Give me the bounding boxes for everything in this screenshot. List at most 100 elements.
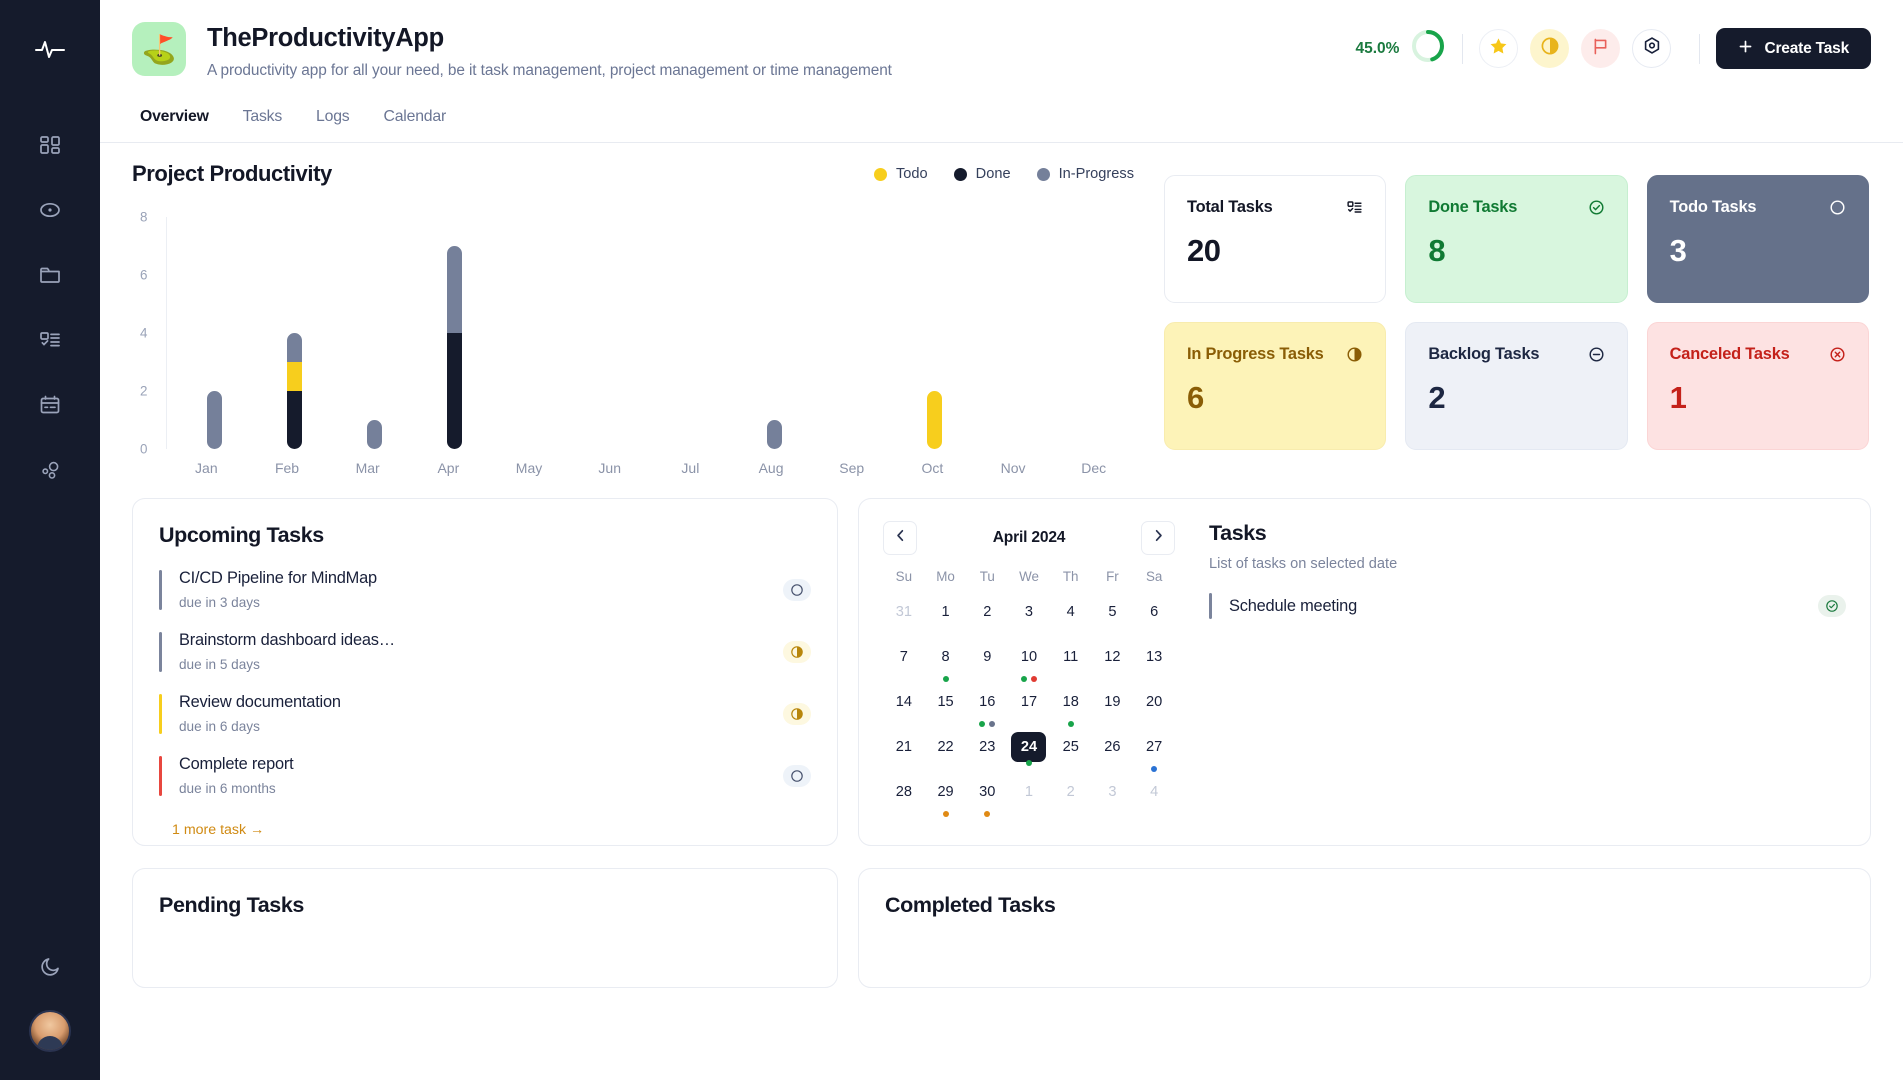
calendar-day-cell[interactable]: 2	[966, 594, 1008, 639]
stat-card-todo-tasks[interactable]: Todo Tasks3	[1647, 175, 1869, 303]
bar-stack	[287, 333, 302, 449]
settings-button[interactable]	[1632, 29, 1671, 68]
calendar-day-cell[interactable]: 12	[1092, 639, 1134, 684]
favorite-button[interactable]	[1479, 29, 1518, 68]
status-badge[interactable]	[783, 579, 811, 601]
stat-card-in-progress-tasks[interactable]: In Progress Tasks6	[1164, 322, 1386, 450]
task-text: Review documentationdue in 6 days	[179, 693, 341, 734]
calendar-day-cell[interactable]: 10	[1008, 639, 1050, 684]
task-row[interactable]: Review documentationdue in 6 days	[159, 693, 811, 734]
tab-logs[interactable]: Logs	[302, 102, 363, 142]
chart-bar-may[interactable]	[494, 217, 574, 449]
flag-button[interactable]	[1581, 29, 1620, 68]
calendar-day-cell[interactable]: 11	[1050, 639, 1092, 684]
minus-circle-icon	[1588, 346, 1605, 363]
more-tasks-link[interactable]: 1 more task →	[172, 822, 811, 838]
calendar-day-cell[interactable]: 30	[966, 774, 1008, 819]
chart-y-axis	[166, 217, 167, 449]
task-row[interactable]: Complete reportdue in 6 months	[159, 755, 811, 796]
calendar-day-cell[interactable]: 27	[1133, 729, 1175, 774]
status-badge[interactable]	[1818, 595, 1846, 617]
calendar-day-cell[interactable]: 19	[1092, 684, 1134, 729]
calendar-day-cell[interactable]: 20	[1133, 684, 1175, 729]
bar-stack	[367, 420, 382, 449]
chart-bar-aug[interactable]	[734, 217, 814, 449]
create-task-button[interactable]: Create Task	[1716, 28, 1871, 69]
calendar-day-cell[interactable]: 14	[883, 684, 925, 729]
chart-bar-jan[interactable]	[174, 217, 254, 449]
sidebar-item-target[interactable]	[28, 188, 72, 232]
task-row[interactable]: CI/CD Pipeline for MindMapdue in 3 days	[159, 569, 811, 610]
status-badge[interactable]	[783, 641, 811, 663]
chart-bar-dec[interactable]	[1054, 217, 1134, 449]
calendar-day-cell[interactable]: 29	[925, 774, 967, 819]
event-dot	[1021, 676, 1027, 682]
task-row[interactable]: Brainstorm dashboard ideas…due in 5 days	[159, 631, 811, 672]
calendar-day-cell[interactable]: 1	[1008, 774, 1050, 819]
sidebar-item-projects[interactable]	[28, 253, 72, 297]
chart-bar-mar[interactable]	[334, 217, 414, 449]
calendar-day-cell[interactable]: 21	[883, 729, 925, 774]
calendar-day-cell[interactable]: 3	[1008, 594, 1050, 639]
status-badge[interactable]	[783, 703, 811, 725]
chart-bar-jun[interactable]	[574, 217, 654, 449]
avatar[interactable]	[29, 1010, 71, 1052]
chart-legend: TodoDoneIn-Progress	[874, 166, 1142, 182]
calendar-day-cell[interactable]: 25	[1050, 729, 1092, 774]
calendar-day-cell[interactable]: 16	[966, 684, 1008, 729]
calendar-day-number: 30	[970, 777, 1005, 807]
x-label-jan: Jan	[166, 460, 247, 476]
chart-bar-oct[interactable]	[894, 217, 974, 449]
tab-calendar[interactable]: Calendar	[370, 102, 461, 142]
stat-card-value: 20	[1187, 233, 1363, 269]
calendar-day-cell[interactable]: 15	[925, 684, 967, 729]
calendar-next-button[interactable]	[1141, 521, 1175, 555]
calendar-day-cell[interactable]: 4	[1050, 594, 1092, 639]
sidebar-item-dashboard[interactable]	[28, 123, 72, 167]
calendar-day-cell[interactable]: 26	[1092, 729, 1134, 774]
stat-card-backlog-tasks[interactable]: Backlog Tasks2	[1405, 322, 1627, 450]
contrast-button[interactable]	[1530, 29, 1569, 68]
chart-bar-apr[interactable]	[414, 217, 494, 449]
calendar-day-number: 3	[1095, 777, 1130, 807]
status-badge[interactable]	[783, 765, 811, 787]
calendar-day-cell[interactable]: 1	[925, 594, 967, 639]
event-dot	[1068, 721, 1074, 727]
calendar-day-cell[interactable]: 5	[1092, 594, 1134, 639]
calendar-prev-button[interactable]	[883, 521, 917, 555]
calendar-day-cell[interactable]: 22	[925, 729, 967, 774]
calendar-day-cell[interactable]: 3	[1092, 774, 1134, 819]
sidebar-item-tasks[interactable]	[28, 318, 72, 362]
sidebar-item-analytics[interactable]	[28, 448, 72, 492]
calendar-day-cell[interactable]: 7	[883, 639, 925, 684]
calendar-day-cell[interactable]: 24	[1008, 729, 1050, 774]
calendar-day-cell[interactable]: 23	[966, 729, 1008, 774]
priority-bar	[1209, 593, 1212, 619]
calendar-day-cell[interactable]: 2	[1050, 774, 1092, 819]
legend-dot-todo	[874, 168, 887, 181]
task-row[interactable]: Schedule meeting	[1209, 593, 1846, 619]
chart-bar-nov[interactable]	[974, 217, 1054, 449]
calendar-day-cell[interactable]: 17	[1008, 684, 1050, 729]
calendar-day-cell[interactable]: 18	[1050, 684, 1092, 729]
calendar-day-cell[interactable]: 9	[966, 639, 1008, 684]
chart-bar-feb[interactable]	[254, 217, 334, 449]
stat-card-done-tasks[interactable]: Done Tasks8	[1405, 175, 1627, 303]
calendar-day-cell[interactable]: 8	[925, 639, 967, 684]
stat-card-canceled-tasks[interactable]: Canceled Tasks1	[1647, 322, 1869, 450]
bar-stack	[207, 391, 222, 449]
calendar-day-cell[interactable]: 6	[1133, 594, 1175, 639]
stat-card-value: 3	[1670, 233, 1846, 269]
calendar-day-cell[interactable]: 31	[883, 594, 925, 639]
activity-pulse-icon[interactable]	[35, 38, 65, 65]
calendar-day-cell[interactable]: 13	[1133, 639, 1175, 684]
tab-tasks[interactable]: Tasks	[229, 102, 296, 142]
calendar-day-cell[interactable]: 28	[883, 774, 925, 819]
tab-overview[interactable]: Overview	[126, 102, 223, 142]
stat-card-total-tasks[interactable]: Total Tasks20	[1164, 175, 1386, 303]
theme-toggle-button[interactable]	[28, 944, 72, 988]
chart-bar-sep[interactable]	[814, 217, 894, 449]
calendar-day-cell[interactable]: 4	[1133, 774, 1175, 819]
chart-bar-jul[interactable]	[654, 217, 734, 449]
sidebar-item-calendar[interactable]	[28, 383, 72, 427]
